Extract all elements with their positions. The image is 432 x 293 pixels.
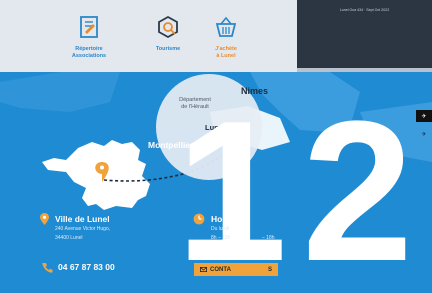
large-digit-two: 2 [302,80,414,293]
preview-ticker: Lunel Oca 434 · Sept Oct 2022 [339,8,390,12]
phone-icon [42,263,53,273]
contact-button[interactable]: CONTA S [194,263,278,276]
nav-item-label: Répertoire Associations [71,46,107,59]
floating-send-tab[interactable]: ✈ [416,128,432,140]
phone-number[interactable]: 04 67 87 83 00 [58,262,115,272]
floating-share-tab[interactable]: ✈ [416,110,432,122]
clock-icon [193,213,205,225]
send-icon: ✈ [421,113,427,120]
nav-item-label: J'achète à Lunel [215,46,237,59]
mail-icon [200,267,208,272]
directory-icon [80,16,98,38]
hours-line-2: 8h – 12h [211,235,231,241]
magazine-preview[interactable]: Lunel Oca 434 · Sept Oct 2022 [297,0,432,72]
nav-item-repertoire-associations[interactable]: Répertoire Associations [54,14,124,59]
tourism-icon [158,15,178,39]
hours-line-3: – 18h [262,235,275,241]
send-icon: ✈ [421,131,427,138]
hours-line-1: Du lundi [211,226,230,232]
contact-button-suffix: S [267,266,272,273]
nav-item-achete-lunel[interactable]: J'achète à Lunel [191,14,261,59]
contact-button-label: CONTA [210,266,231,273]
top-navigation: Répertoire Associations Tourisme J'achèt… [0,0,297,72]
location-contact-section: Département de l'Hérault Nimes Lunel Mon… [0,72,432,293]
address-line-1: 240 Avenue Victor Hugo, [55,226,111,232]
basket-icon [215,16,237,37]
city-title: Ville de Lunel [55,214,110,224]
hours-title: Horai [211,214,233,224]
large-digit-one: 1 [176,80,288,293]
address-pin-icon [40,213,49,225]
address-line-2: 34400 Lunel [55,235,83,241]
